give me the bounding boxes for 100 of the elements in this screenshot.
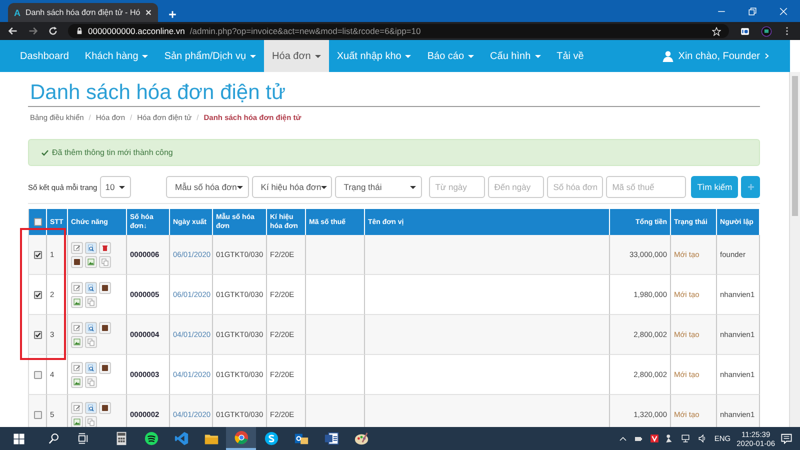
- task-view-icon: [77, 433, 89, 444]
- view-button[interactable]: [85, 322, 97, 334]
- windows-icon: [13, 432, 25, 444]
- row-checkbox[interactable]: [34, 290, 42, 298]
- trash-icon: [101, 244, 109, 252]
- filter-field[interactable]: Đến ngày: [488, 176, 544, 198]
- pencil-icon: [73, 324, 81, 332]
- magnifier-icon: [87, 404, 95, 412]
- square-icon: [101, 284, 109, 292]
- pencil-icon: [73, 404, 81, 412]
- back-icon: [8, 26, 18, 36]
- row-checkbox[interactable]: [34, 410, 42, 418]
- edit-button[interactable]: [71, 362, 83, 374]
- edit-button[interactable]: [71, 322, 83, 334]
- plus-icon: [746, 183, 755, 191]
- copy-icon: [87, 418, 95, 426]
- picture-icon: [73, 298, 81, 306]
- new-tab-icon: [168, 10, 177, 19]
- filter-field[interactable]: Mã số thuế: [606, 176, 686, 198]
- sign-button[interactable]: [71, 256, 83, 268]
- sign-button[interactable]: [99, 322, 111, 334]
- scrollbar[interactable]: [789, 72, 800, 427]
- close-icon: [779, 6, 788, 16]
- view-button[interactable]: [85, 402, 97, 414]
- row-checkbox[interactable]: [34, 370, 42, 378]
- table-cell: [306, 395, 365, 427]
- row-checkbox[interactable]: [34, 250, 42, 258]
- check-icon: [41, 148, 49, 156]
- view-button[interactable]: [85, 362, 97, 374]
- star-icon: [712, 26, 721, 36]
- pencil-icon: [73, 284, 81, 292]
- filter-select[interactable]: Trạng thái: [334, 176, 422, 198]
- square-icon: [101, 364, 109, 372]
- picture-icon: [73, 418, 81, 426]
- edit-button[interactable]: [71, 282, 83, 294]
- alert-message: Đã thêm thông tin mới thành công: [52, 148, 173, 157]
- reload-icon: [48, 26, 58, 36]
- nav-item[interactable]: Hóa đơn: [264, 40, 329, 72]
- filter-field[interactable]: Từ ngày: [429, 176, 486, 198]
- select-all-checkbox[interactable]: [34, 218, 42, 226]
- notification-icon: [781, 433, 792, 444]
- figure-icon: [665, 434, 674, 443]
- magnifier-icon: [87, 244, 95, 252]
- magnifier-icon: [87, 324, 95, 332]
- square-icon: [73, 258, 81, 266]
- filter-select[interactable]: Kí hiệu hóa đơn: [252, 176, 332, 198]
- check-icon: [34, 332, 40, 338]
- check-icon: [34, 252, 40, 258]
- lock-icon: [76, 27, 83, 35]
- image-button[interactable]: [71, 336, 83, 348]
- browser-tab[interactable]: A Danh sách hóa đơn điện tử - Hó: [8, 3, 158, 22]
- magnifier-icon: [87, 284, 95, 292]
- filter-field[interactable]: Số hóa đơn: [547, 176, 604, 198]
- close-icon: [145, 9, 152, 16]
- battery-icon: [633, 434, 644, 442]
- search-icon: [48, 433, 58, 444]
- address-bar[interactable]: 0000000000.acconline.vn /admin.php?op=invoice&act=new&mod=list&rcode=6&ipp=10: [68, 24, 729, 38]
- extension-icon: [739, 26, 751, 36]
- page-title: Danh sách hóa đơn điện tử: [28, 80, 760, 107]
- copy-icon: [87, 338, 95, 346]
- copy-icon: [87, 298, 95, 306]
- picture-icon: [73, 378, 81, 386]
- document-icon: [324, 431, 338, 446]
- palette-icon: [354, 431, 368, 446]
- sign-button[interactable]: [99, 402, 111, 414]
- check-icon: [34, 292, 40, 298]
- image-button[interactable]: [71, 296, 83, 308]
- page-size-select[interactable]: 10: [100, 176, 131, 198]
- picture-icon: [73, 338, 81, 346]
- shield-icon: [650, 434, 660, 443]
- square-icon: [101, 404, 109, 412]
- delete-button[interactable]: [99, 242, 111, 254]
- image-button[interactable]: [71, 376, 83, 388]
- square-icon: [101, 324, 109, 332]
- view-button[interactable]: [85, 242, 97, 254]
- avatar-icon: [761, 26, 772, 36]
- copy-icon: [87, 378, 95, 386]
- picture-icon: [87, 258, 95, 266]
- sign-button[interactable]: [99, 362, 111, 374]
- magnifier-icon: [87, 364, 95, 372]
- row-checkbox[interactable]: [34, 330, 42, 338]
- url-host: 0000000000.acconline.vn: [88, 26, 185, 36]
- url-path: /admin.php?op=invoice&act=new&mod=list&rcode=6&ipp=10: [190, 26, 421, 36]
- pencil-icon: [73, 244, 81, 252]
- chevron-up-icon: [619, 434, 628, 442]
- restore-icon: [748, 6, 757, 16]
- forward-icon: [28, 26, 38, 36]
- filter-select[interactable]: Mẫu số hóa đơn: [166, 176, 249, 198]
- music-icon: [144, 431, 158, 446]
- code-icon: [174, 431, 188, 446]
- chat-icon: [264, 431, 278, 446]
- edit-button[interactable]: [71, 402, 83, 414]
- image-button[interactable]: [85, 256, 97, 268]
- image-button[interactable]: [71, 416, 83, 427]
- sign-button[interactable]: [99, 282, 111, 294]
- view-button[interactable]: [85, 282, 97, 294]
- chevron-icon: [764, 52, 770, 60]
- network-icon: [680, 434, 692, 443]
- user-icon: [662, 50, 674, 62]
- pencil-icon: [73, 364, 81, 372]
